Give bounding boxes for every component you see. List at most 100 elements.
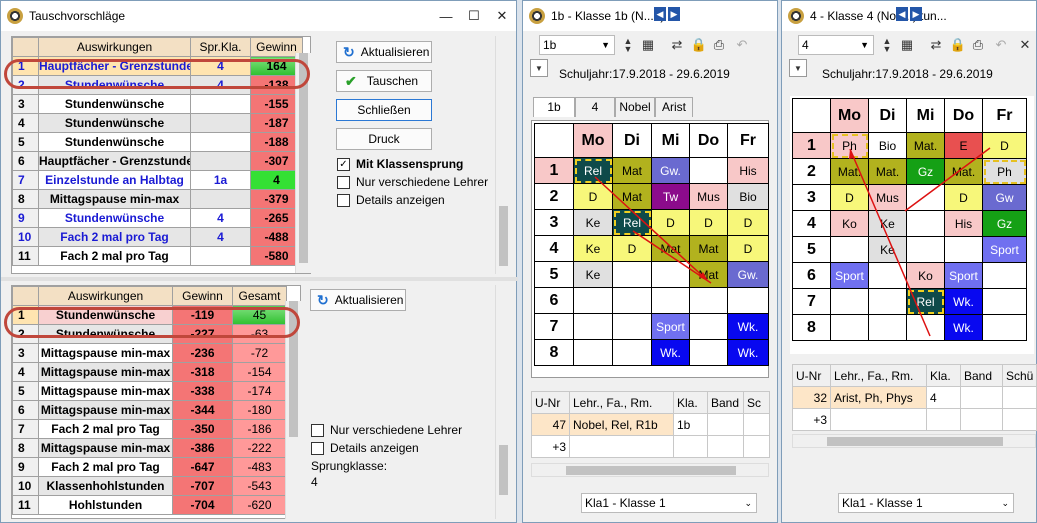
table-row[interactable]: 11 Fach 2 mal pro Tag -580 (12, 246, 303, 266)
table-row[interactable]: 2 Stundenwünsche -227 -63 (12, 324, 287, 344)
col-header[interactable]: Sc (743, 391, 770, 414)
scroll-thumb[interactable] (299, 53, 308, 263)
gewinn-cell: -344 (172, 400, 233, 420)
row-number: 10 (12, 476, 39, 496)
auswirkung-cell: Stundenwünsche (38, 208, 191, 228)
table-row[interactable]: 2 Stundenwünsche 4 -138 (12, 75, 303, 95)
auswirkung-cell: Stundenwünsche (38, 75, 191, 95)
table-row[interactable]: 5 Mittagspause min-max -338 -174 (12, 381, 287, 401)
table-row[interactable]: 9 Stundenwünsche 4 -265 (12, 208, 303, 228)
auswirkung-cell: Klassenhohlstunden (38, 476, 173, 496)
refresh-icon: ↻ (343, 43, 355, 60)
checkbox-box: ✓ (337, 157, 350, 171)
top-table-vscrollbar[interactable] (295, 53, 311, 273)
table-row[interactable]: 7 Fach 2 mal pro Tag -350 -186 (12, 419, 287, 439)
table-row[interactable]: 9 Fach 2 mal pro Tag -647 -483 (12, 457, 287, 477)
corner-cell (12, 37, 39, 57)
gewinn-cell: -386 (172, 438, 233, 458)
table-row[interactable]: +3 (531, 435, 770, 458)
col-header[interactable]: Spr.Kla. (190, 37, 251, 57)
col-header[interactable]: Auswirkungen (38, 37, 191, 57)
tauschen-button[interactable]: ✔ Tauschen (336, 70, 432, 92)
table-row[interactable]: 5 Stundenwünsche -188 (12, 132, 303, 152)
klasse-1b-window: 1b - Klasse 1b (N...n) ... ◀ ▶ 1b ▼ ▲ ▼ ▦… (522, 0, 778, 523)
hscrollbar[interactable] (792, 434, 1036, 448)
sprungklasse-cell: 4 (190, 75, 251, 95)
col-header[interactable]: Gewinn (172, 286, 233, 306)
tauschvorschlaege-window: Tauschvorschläge — ☐ ✕ Auswirkungen Spr.… (0, 0, 518, 523)
gesamt-cell: 45 (232, 305, 287, 325)
col-header[interactable]: U-Nr (792, 364, 831, 387)
row-number: 3 (12, 94, 39, 114)
col-header[interactable]: Lehr., Fa., Rm. (569, 391, 674, 414)
col-header[interactable]: Band (707, 391, 744, 414)
checkbox-box (311, 441, 324, 455)
row-number: 8 (12, 438, 39, 458)
details-anzeigen-checkbox-2[interactable]: Details anzeigen (311, 441, 419, 455)
col-header[interactable]: Schü (1002, 364, 1037, 387)
col-header[interactable]: Band (960, 364, 1003, 387)
scroll-thumb[interactable] (499, 445, 508, 495)
auswirkung-cell: Hauptfächer - Grenzstunde (38, 151, 191, 171)
corner-cell (12, 286, 39, 306)
table-row[interactable]: 4 Stundenwünsche -187 (12, 113, 303, 133)
table-row[interactable]: 8 Mittagspause min-max -379 (12, 189, 303, 209)
druck-button[interactable]: Druck (336, 128, 432, 150)
table-row[interactable]: 3 Mittagspause min-max -236 -72 (12, 343, 287, 363)
sprungklasse-cell (190, 94, 251, 114)
table-row[interactable]: 6 Hauptfächer - Grenzstunde -307 (12, 151, 303, 171)
hscrollbar[interactable] (531, 463, 769, 477)
col-header[interactable]: Lehr., Fa., Rm. (830, 364, 927, 387)
schliessen-button[interactable]: Schließen (336, 99, 432, 121)
maximize-icon[interactable]: ☐ (460, 1, 488, 31)
aktualisieren-button[interactable]: ↻ Aktualisieren (336, 41, 432, 63)
col-header[interactable]: Kla. (673, 391, 708, 414)
splitter[interactable] (1, 277, 518, 281)
minimize-icon[interactable]: — (432, 1, 460, 31)
scroll-thumb[interactable] (289, 301, 298, 437)
table-row[interactable]: 4 Mittagspause min-max -318 -154 (12, 362, 287, 382)
aktualisieren-button-2[interactable]: ↻ Aktualisieren (310, 289, 406, 311)
table-row[interactable]: 11 Hohlstunden -704 -620 (12, 495, 287, 515)
details-anzeigen-checkbox[interactable]: Details anzeigen (337, 193, 445, 207)
verschiedene-lehrer-checkbox[interactable]: Nur verschiedene Lehrer (337, 175, 488, 189)
bottom-right-scrollbar[interactable] (495, 285, 511, 519)
row-number: 2 (12, 75, 39, 95)
klassensprung-checkbox[interactable]: ✓ Mit Klassensprung (337, 157, 463, 171)
col-header[interactable]: Auswirkungen (38, 286, 173, 306)
close-icon[interactable]: ✕ (488, 1, 516, 31)
table-row[interactable]: 1 Hauptfächer - Grenzstunde 4 164 (12, 56, 303, 76)
auswirkung-cell: Mittagspause min-max (38, 381, 173, 401)
table-row[interactable]: 8 Mittagspause min-max -386 -222 (12, 438, 287, 458)
bottom-table-scrollbar[interactable] (285, 301, 301, 519)
table-row[interactable]: 10 Klassenhohlstunden -707 -543 (12, 476, 287, 496)
auswirkung-cell: Mittagspause min-max (38, 343, 173, 363)
caption-buttons: — ☐ ✕ (432, 1, 516, 31)
table-row[interactable]: +3 (792, 408, 1037, 431)
table-row[interactable]: 47 Nobel, Rel, R1b 1b (531, 413, 770, 436)
sprungklasse-cell (190, 132, 251, 152)
gewinn-cell: -647 (172, 457, 233, 477)
table-row[interactable]: 6 Mittagspause min-max -344 -180 (12, 400, 287, 420)
lesson-table-1b: U-Nr Lehr., Fa., Rm. Kla. Band Sc 47 Nob… (531, 391, 770, 458)
checkbox-box (337, 175, 350, 189)
table-row[interactable]: 32 Arist, Ph, Phys 4 (792, 386, 1037, 409)
scroll-thumb[interactable] (499, 206, 508, 266)
row-number: 4 (12, 113, 39, 133)
row-number: 5 (12, 381, 39, 401)
row-number: 7 (12, 419, 39, 439)
right-panel-scrollbar[interactable] (495, 36, 511, 274)
table-row[interactable]: 10 Fach 2 mal pro Tag 4 -488 (12, 227, 303, 247)
sprungklasse-cell (190, 189, 251, 209)
col-header[interactable]: U-Nr (531, 391, 570, 414)
top-results-panel: Auswirkungen Spr.Kla. Gewinn 1 Hauptfäche… (11, 36, 311, 274)
table-row[interactable]: 3 Stundenwünsche -155 (12, 94, 303, 114)
table-row[interactable]: 7 Einzelstunde an Halbtag 1a 4 (12, 170, 303, 190)
col-header[interactable]: Gesamt (232, 286, 287, 306)
verschiedene-lehrer-checkbox-2[interactable]: Nur verschiedene Lehrer (311, 423, 462, 437)
auswirkung-cell: Hohlstunden (38, 495, 173, 515)
footer-combo[interactable]: Kla1 - Klasse 1 ⌄ (838, 493, 1014, 513)
col-header[interactable]: Kla. (926, 364, 961, 387)
table-row[interactable]: 1 Stundenwünsche -119 45 (12, 305, 287, 325)
footer-combo[interactable]: Kla1 - Klasse 1 ⌄ (581, 493, 757, 513)
